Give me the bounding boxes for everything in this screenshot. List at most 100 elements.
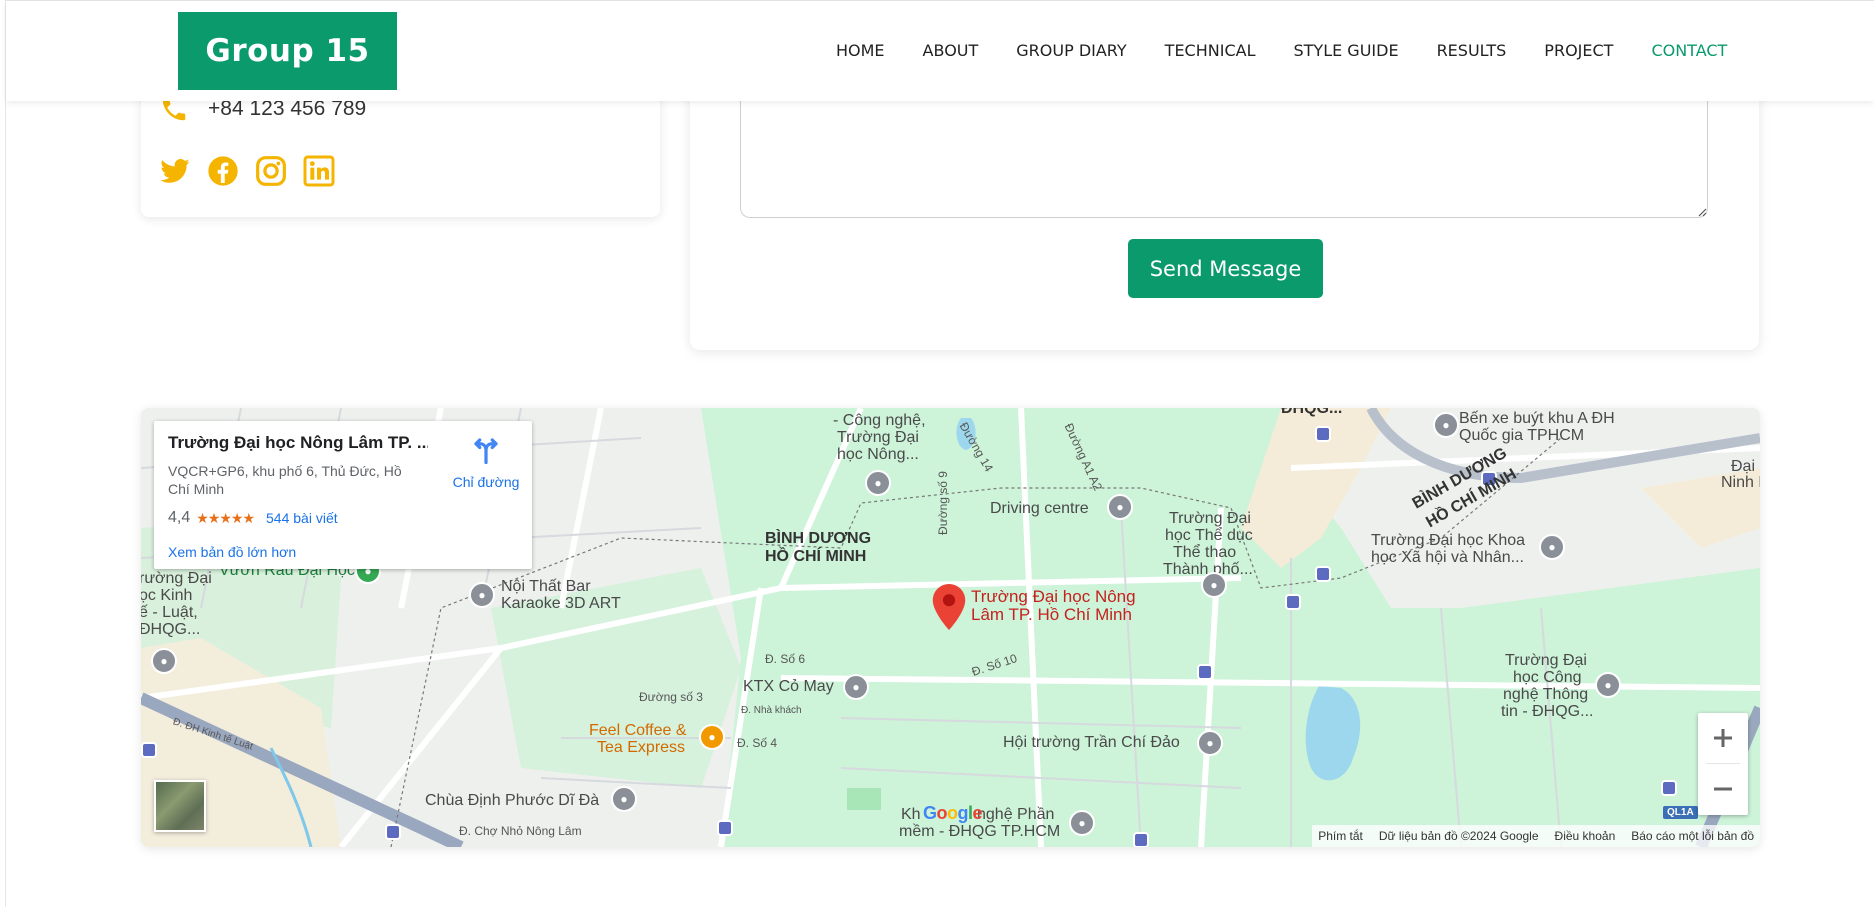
map-label: Hội trường Trần Chí Đảo [1003, 734, 1180, 751]
bus-stop-icon [1315, 566, 1331, 582]
map-label: Thể thao [1173, 544, 1237, 561]
map-label: ọc Kinh [141, 587, 193, 604]
map-label: nghệ Thông [1503, 686, 1589, 703]
school-poi-icon: ● [865, 470, 891, 496]
map-label: Đ. Nhà khách [741, 705, 802, 716]
map-attribution: Phím tắt Dữ liệu bản đồ ©2024 Google Điề… [1312, 825, 1760, 847]
highway-shield: QL1A [1663, 806, 1698, 819]
temple-poi-icon: ● [611, 786, 637, 812]
directions-button[interactable]: Chỉ đường [446, 435, 526, 490]
map-label: học Xã hội và Nhân... [1371, 549, 1524, 566]
send-message-button[interactable]: Send Message [1128, 239, 1323, 298]
map-label: Tea Express [597, 739, 686, 756]
map-label: Kh [901, 806, 921, 823]
map-label: Đường số 9 [935, 471, 950, 535]
school-poi-icon: ● [151, 648, 177, 674]
dorm-poi-icon: ● [843, 674, 869, 700]
zoom-controls [1698, 713, 1748, 815]
bus-stop-icon [1133, 832, 1149, 847]
school-poi-icon: ● [1069, 810, 1095, 836]
bus-station-poi-icon: ● [1433, 412, 1459, 438]
keyboard-shortcuts-link[interactable]: Phím tắt [1318, 829, 1363, 843]
map-label: ĐHQG... [1281, 408, 1343, 417]
nav-contact[interactable]: CONTACT [1651, 41, 1727, 60]
map-label: Driving centre [990, 500, 1089, 517]
location-pin-icon[interactable] [932, 584, 966, 630]
plus-icon [1714, 729, 1732, 747]
place-name: Trường Đại học Nông Lâm TP. ... [168, 433, 428, 452]
map-label: rường Đại [141, 570, 212, 587]
google-logo: Google [923, 803, 983, 823]
map-label: Trường Đại [1169, 510, 1251, 527]
reviews-link[interactable]: 544 bài viết [266, 510, 338, 526]
nav-group-diary[interactable]: GROUP DIARY [1016, 41, 1126, 60]
minus-icon [1714, 787, 1732, 791]
pin-label: Trường Đại học Nông [971, 587, 1136, 606]
embedded-map[interactable]: - Công nghệ, Trường Đại học Nông... ● Đư… [141, 408, 1760, 847]
rating-value: 4,4 [168, 509, 191, 526]
main-nav: HOME ABOUT GROUP DIARY TECHNICAL STYLE G… [836, 41, 1765, 60]
map-label: BÌNH DƯƠNG [765, 530, 872, 547]
place-address: VQCR+GP6, khu phố 6, Thủ Đức, Hồ Chí Min… [168, 463, 402, 497]
rating-stars-icon: ★★★★★ [196, 509, 255, 526]
pin-label: Lâm TP. Hồ Chí Minh [971, 605, 1132, 624]
map-label: Karaoke 3D ART [501, 595, 621, 612]
zoom-in-button[interactable] [1698, 713, 1748, 763]
view-larger-map-link[interactable]: Xem bản đồ lớn hơn [168, 544, 296, 560]
place-info-card: Trường Đại học Nông Lâm TP. ... VQCR+GP6… [154, 421, 532, 569]
nav-about[interactable]: ABOUT [923, 41, 979, 60]
school-poi-icon: ● [1595, 672, 1621, 698]
nav-results[interactable]: RESULTS [1437, 41, 1507, 60]
place-rating: 4,4 ★★★★★ 544 bài viết [168, 509, 338, 527]
linkedin-icon[interactable] [303, 155, 335, 187]
site-logo[interactable]: Group 15 [178, 12, 397, 90]
school-poi-icon: ● [1201, 572, 1227, 598]
nav-technical[interactable]: TECHNICAL [1165, 41, 1256, 60]
school-poi-icon: ● [1539, 534, 1565, 560]
bus-stop-icon [1661, 780, 1677, 796]
shop-poi-icon: ● [469, 582, 495, 608]
map-label: KTX Cỏ May [743, 678, 834, 695]
directions-label: Chỉ đường [452, 474, 520, 490]
bus-stop-icon [717, 820, 733, 836]
bus-stop-icon [1285, 594, 1301, 610]
nav-style-guide[interactable]: STYLE GUIDE [1293, 41, 1398, 60]
map-label: Quốc gia TPHCM [1459, 427, 1585, 444]
landmark-poi-icon: ● [1107, 494, 1133, 520]
map-label: Chùa Định Phước Dĩ Đà [425, 792, 600, 809]
site-header: Group 15 HOME ABOUT GROUP DIARY TECHNICA… [6, 1, 1874, 101]
twitter-icon[interactable] [159, 155, 191, 187]
bus-stop-icon [1315, 426, 1331, 442]
map-label: Nội Thất Bar [501, 578, 591, 595]
instagram-icon[interactable] [255, 155, 287, 187]
contact-form-card: Send Message [690, 80, 1759, 350]
directions-icon [474, 438, 498, 465]
map-label: Đ. Số 4 [737, 736, 778, 750]
resize-handle-icon[interactable] [1697, 207, 1707, 217]
map-label: mềm - ĐHQG TP.HCM [899, 823, 1061, 840]
map-label: học Nông... [837, 446, 919, 463]
map-label: học Thể dục [1165, 527, 1253, 544]
map-label: Đ. Số 6 [765, 652, 806, 666]
map-label: Ninh N [1721, 474, 1760, 491]
school-poi-icon: ● [1197, 730, 1223, 756]
terms-link[interactable]: Điều khoản [1555, 829, 1616, 843]
zoom-out-button[interactable] [1698, 764, 1748, 814]
map-data-text: Dữ liệu bản đồ ©2024 Google [1378, 829, 1539, 843]
nav-home[interactable]: HOME [836, 41, 885, 60]
satellite-toggle-button[interactable] [154, 780, 206, 832]
map-label: HỒ CHÍ MINH [765, 548, 867, 565]
map-label: Bến xe buýt khu A ĐH [1459, 410, 1615, 427]
report-error-link[interactable]: Báo cáo một lỗi bản đồ [1631, 829, 1754, 843]
bus-stop-icon [1197, 664, 1213, 680]
nav-project[interactable]: PROJECT [1544, 41, 1613, 60]
map-label: Trường Đại [1505, 652, 1587, 669]
map-label: ế - Luật, [141, 604, 198, 621]
map-label: Đường số 3 [639, 690, 703, 704]
map-label: Feel Coffee & [589, 722, 687, 739]
facebook-icon[interactable] [207, 155, 239, 187]
social-links [159, 155, 351, 187]
map-label: tin - ĐHQG... [1501, 703, 1594, 720]
map-label: Đ. Chợ Nhỏ Nông Lâm [459, 824, 582, 838]
map-label: Trường Đại [837, 429, 919, 446]
